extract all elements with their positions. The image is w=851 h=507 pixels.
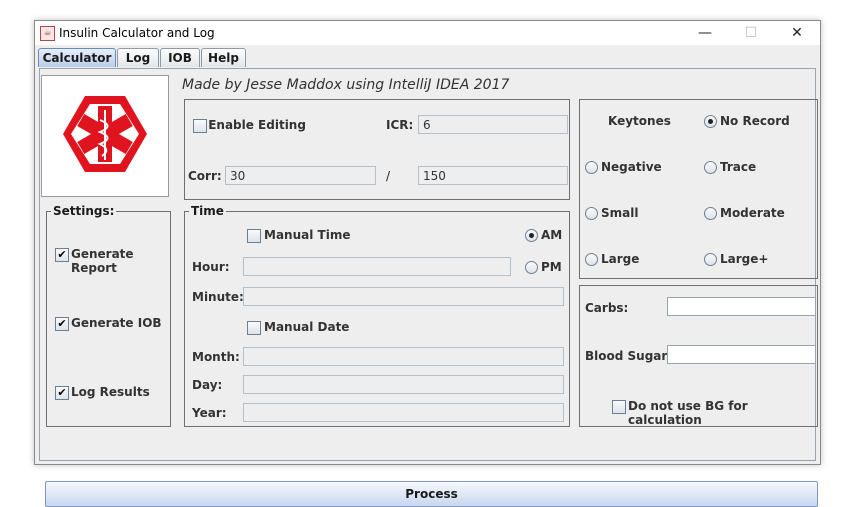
log-results-label: Log Results [71,385,150,399]
input-panel: Carbs: Blood Sugar: Do not use BG for ca… [579,285,818,427]
generate-iob-label: Generate IOB [71,316,162,330]
tab-iob[interactable]: IOB [160,48,200,67]
close-button[interactable]: ✕ [774,21,820,45]
corr-divisor-field[interactable]: 150 [418,166,568,185]
settings-title: Settings: [51,204,117,218]
year-field[interactable] [243,403,564,422]
carbs-label: Carbs: [585,301,629,315]
year-label: Year: [192,406,227,420]
radio-small[interactable] [585,207,598,220]
manual-date-checkbox[interactable] [247,321,261,335]
minimize-button[interactable]: — [682,21,728,45]
label-am: AM [541,228,563,242]
label-trace: Trace [720,160,757,174]
corr-label: Corr: [188,169,222,183]
label-small: Small [601,206,639,220]
carbs-field[interactable] [667,297,816,316]
star-of-life-icon [63,96,147,172]
tab-log[interactable]: Log [117,48,159,67]
icr-field[interactable]: 6 [418,115,568,134]
time-title: Time [189,204,226,218]
radio-moderate[interactable] [704,207,717,220]
manual-time-label: Manual Time [264,228,351,242]
radio-large[interactable] [585,253,598,266]
ketones-panel: Keytones No Record Negative Trace Small … [579,99,818,279]
window-title: Insulin Calculator and Log [59,26,215,40]
title-bar: ☕ Insulin Calculator and Log — ☐ ✕ [35,21,820,45]
maximize-button[interactable]: ☐ [728,21,774,45]
tab-calculator[interactable]: Calculator [38,48,116,67]
radio-large-plus[interactable] [704,253,717,266]
label-no-record: No Record [720,114,790,128]
generate-report-checkbox[interactable]: ✔ [55,248,69,262]
label-negative: Negative [601,160,662,174]
credit-text: Made by Jesse Maddox using IntelliJ IDEA… [182,77,510,93]
generate-iob-checkbox[interactable]: ✔ [55,317,69,331]
slash-label: / [386,169,391,183]
month-field[interactable] [243,347,564,366]
ketones-title: Keytones [608,114,671,128]
hour-label: Hour: [192,260,230,274]
day-field[interactable] [243,375,564,394]
process-button[interactable]: Process [45,481,818,507]
app-window: ☕ Insulin Calculator and Log — ☐ ✕ Calcu… [34,20,821,507]
log-results-checkbox[interactable]: ✔ [55,386,69,400]
corr-field[interactable]: 30 [225,166,376,185]
month-label: Month: [192,350,240,364]
no-bg-label: Do not use BG for calculation [628,399,748,427]
radio-am[interactable] [525,229,538,242]
manual-time-checkbox[interactable] [247,229,261,243]
blood-sugar-field[interactable] [667,345,816,364]
enable-editing-text: Enable Editing [208,118,306,132]
label-large-plus: Large+ [720,252,769,266]
hour-field[interactable] [243,257,511,276]
manual-date-label: Manual Date [264,320,350,334]
label-moderate: Moderate [720,206,785,220]
enable-editing-checkbox[interactable] [193,119,207,133]
radio-no-record[interactable] [704,115,717,128]
time-panel: Time Manual Time AM Hour: PM Minute: Man… [184,204,570,427]
icr-label: ICR: [386,118,414,132]
java-app-icon: ☕ [40,26,55,41]
radio-pm[interactable] [525,261,538,274]
minute-field[interactable] [243,287,564,306]
logo-frame [41,75,169,197]
minute-label: Minute: [192,290,244,304]
radio-negative[interactable] [585,161,598,174]
generate-report-label: Generate Report [71,247,134,275]
editing-panel: EEnable Editing ICR: 6 Corr: 30 / 150 [184,99,570,200]
label-large: Large [601,252,640,266]
label-pm: PM [541,260,562,274]
blood-sugar-label: Blood Sugar: [585,349,673,363]
no-bg-checkbox[interactable] [612,400,626,414]
day-label: Day: [192,378,223,392]
tab-help[interactable]: Help [201,48,246,67]
calculator-panel: Made by Jesse Maddox using IntelliJ IDEA… [39,68,818,507]
settings-panel: Settings: ✔ Generate Report ✔ Generate I… [46,204,171,427]
radio-trace[interactable] [704,161,717,174]
enable-editing-label: EEnable Editing [208,118,306,132]
